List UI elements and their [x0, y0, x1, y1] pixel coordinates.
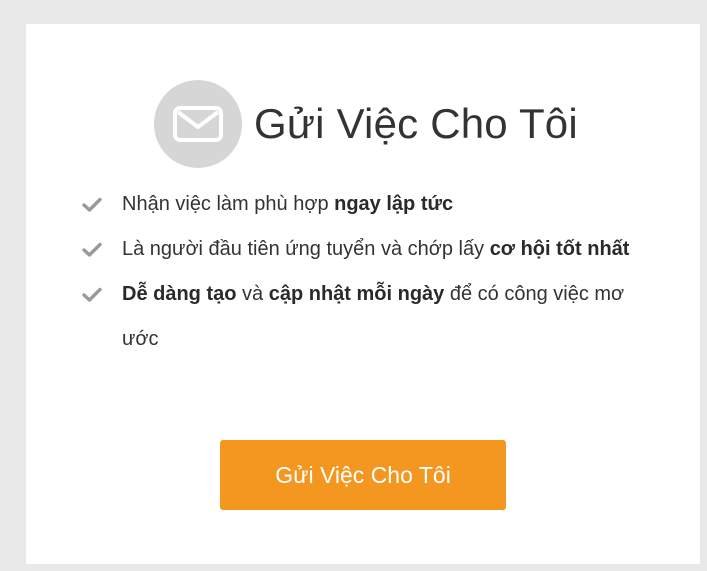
list-item: Dễ dàng tạo và cập nhật mỗi ngày để có c…: [82, 272, 662, 362]
checkmark-icon: [82, 242, 102, 257]
list-item: Nhận việc làm phù hợp ngay lập tức: [82, 182, 662, 227]
job-alert-card: Gửi Việc Cho Tôi Nhận việc làm phù hợp n…: [26, 24, 700, 564]
checkmark-icon: [82, 197, 102, 212]
send-jobs-button[interactable]: Gửi Việc Cho Tôi: [220, 440, 506, 510]
card-header: Gửi Việc Cho Tôi: [154, 80, 578, 168]
benefit-highlight: cơ hội tốt nhất: [489, 238, 630, 260]
benefit-text: và: [236, 283, 269, 305]
benefit-text: Là người đầu tiên ứng tuyển và chớp lấy: [122, 238, 490, 260]
checkmark-icon: [82, 287, 102, 302]
benefit-text: Nhận việc làm phù hợp: [122, 193, 335, 215]
benefit-list: Nhận việc làm phù hợp ngay lập tức Là ng…: [82, 182, 662, 362]
card-title: Gửi Việc Cho Tôi: [254, 100, 578, 147]
benefit-highlight: Dễ dàng tạo: [122, 283, 237, 305]
benefit-highlight: cập nhật mỗi ngày: [268, 283, 445, 305]
envelope-icon: [154, 80, 242, 168]
list-item: Là người đầu tiên ứng tuyển và chớp lấy …: [82, 227, 662, 272]
benefit-highlight: ngay lập tức: [334, 193, 454, 215]
